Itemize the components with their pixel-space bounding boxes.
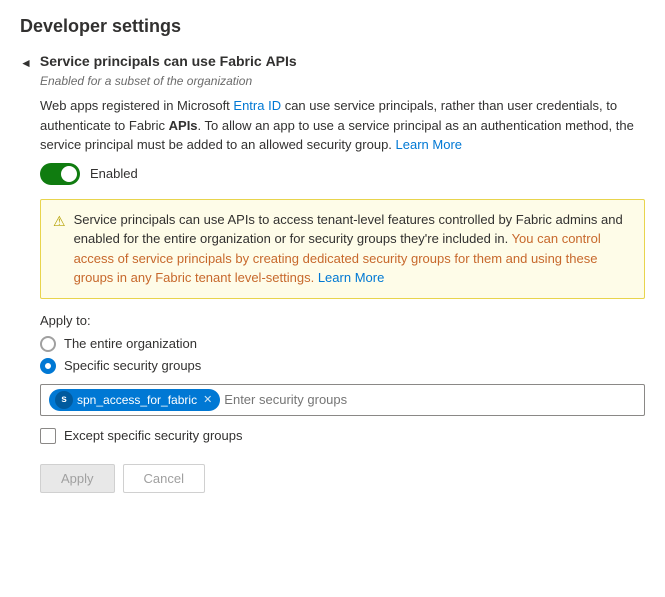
except-checkbox-row[interactable]: Except specific security groups bbox=[40, 428, 645, 444]
warning-icon: ⚠ bbox=[53, 211, 66, 288]
toggle-row: Enabled bbox=[40, 163, 645, 185]
collapse-icon[interactable]: ◄ bbox=[20, 56, 32, 70]
tag-close-icon[interactable]: ✕ bbox=[203, 393, 212, 406]
cancel-button[interactable]: Cancel bbox=[123, 464, 205, 493]
section-subtitle: Enabled for a subset of the organization bbox=[40, 74, 645, 88]
group-search-input[interactable] bbox=[224, 392, 636, 407]
page-title: Developer settings bbox=[20, 16, 645, 37]
section-description: Web apps registered in Microsoft Entra I… bbox=[40, 96, 645, 155]
radio-specific-groups-circle[interactable] bbox=[40, 358, 56, 374]
radio-entire-org-label: The entire organization bbox=[64, 336, 197, 351]
enabled-toggle[interactable] bbox=[40, 163, 80, 185]
tag-spn-access[interactable]: s spn_access_for_fabric ✕ bbox=[49, 389, 220, 411]
learn-more-link-2[interactable]: Learn More bbox=[318, 270, 384, 285]
learn-more-link-1[interactable]: Learn More bbox=[396, 137, 462, 152]
radio-specific-groups-label: Specific security groups bbox=[64, 358, 201, 373]
section-container: ◄ Service principals can use Fabric APIs… bbox=[20, 53, 645, 493]
radio-entire-org[interactable]: The entire organization bbox=[40, 336, 645, 352]
security-group-input[interactable]: s spn_access_for_fabric ✕ bbox=[40, 384, 645, 416]
entra-id-link[interactable]: Entra ID bbox=[233, 98, 281, 113]
radio-group: The entire organization Specific securit… bbox=[40, 336, 645, 374]
section-title: Service principals can use Fabric APIs bbox=[40, 53, 297, 69]
radio-specific-groups[interactable]: Specific security groups bbox=[40, 358, 645, 374]
apply-button[interactable]: Apply bbox=[40, 464, 115, 493]
except-checkbox-label: Except specific security groups bbox=[64, 428, 242, 443]
radio-entire-org-circle[interactable] bbox=[40, 336, 56, 352]
info-box-text: Service principals can use APIs to acces… bbox=[74, 210, 632, 288]
info-box: ⚠ Service principals can use APIs to acc… bbox=[40, 199, 645, 299]
apply-to-label: Apply to: bbox=[40, 313, 645, 328]
except-checkbox[interactable] bbox=[40, 428, 56, 444]
button-row: Apply Cancel bbox=[40, 464, 645, 493]
tag-label: spn_access_for_fabric bbox=[77, 393, 197, 407]
tag-avatar: s bbox=[55, 391, 73, 409]
toggle-label: Enabled bbox=[90, 166, 138, 181]
